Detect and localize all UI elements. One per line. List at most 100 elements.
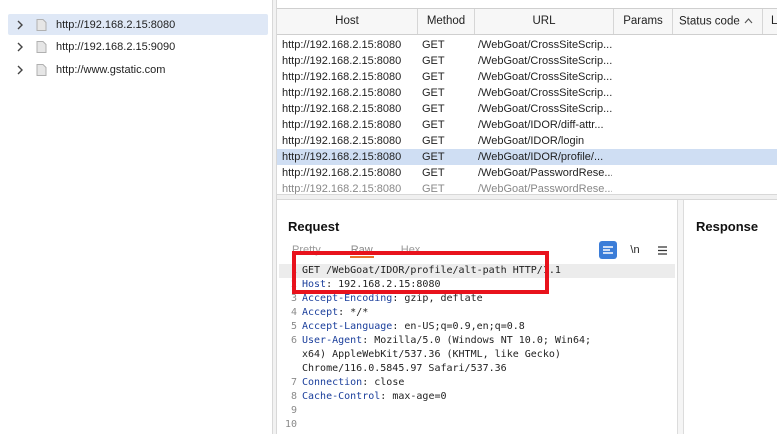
header-name: Accept-Encoding xyxy=(302,293,393,304)
cell-method: GET xyxy=(422,135,445,147)
table-row[interactable]: http://192.168.2.15:8080 GET/WebGoat/Cros… xyxy=(277,101,777,117)
line-number: 9 xyxy=(290,405,297,416)
table-row[interactable]: http://192.168.2.15:8080 GET/WebGoat/Pass… xyxy=(277,181,777,194)
cell-url: /WebGoat/CrossSiteScrip... xyxy=(478,103,612,115)
chevron-right-icon[interactable] xyxy=(14,19,26,31)
line-number: 8 xyxy=(290,391,297,402)
cell-url: /WebGoat/CrossSiteScrip... xyxy=(478,87,612,99)
cell-host: http://192.168.2.15:8080 xyxy=(282,71,402,83)
line-text: x64) AppleWebKit/537.36 (KHTML, like Gec… xyxy=(302,349,561,360)
cell-host: http://192.168.2.15:8080 xyxy=(282,167,402,179)
page-icon xyxy=(36,40,48,53)
site-map-item[interactable]: http://192.168.2.15:8080 xyxy=(8,14,268,35)
column-header-url[interactable]: URL xyxy=(475,9,614,34)
site-map-item[interactable]: http://192.168.2.15:9090 xyxy=(8,36,268,57)
table-row[interactable]: http://192.168.2.15:8080 GET/WebGoat/Cros… xyxy=(277,69,777,85)
header-value: */* xyxy=(344,307,369,318)
request-line: 10 xyxy=(279,418,675,432)
column-header-params[interactable]: Params xyxy=(614,9,673,34)
table-row[interactable]: http://192.168.2.15:8080 GET/WebGoat/IDOR… xyxy=(277,133,777,149)
column-header-status-code[interactable]: Status code xyxy=(673,9,763,34)
request-line: 6 User-Agent: Mozilla/5.0 (Windows NT 10.… xyxy=(279,334,675,348)
cell-host: http://192.168.2.15:8080 xyxy=(282,103,402,115)
header-value: Mozilla/5.0 (Windows NT 10.0; Win64; xyxy=(368,335,592,346)
cell-method: GET xyxy=(422,71,445,83)
cell-method: GET xyxy=(422,55,445,67)
table-header: Host Method URL Params Status code L xyxy=(277,9,777,35)
header-name: Connection xyxy=(302,377,363,388)
request-title: Request xyxy=(288,219,340,234)
cell-method: GET xyxy=(422,183,445,194)
response-title: Response xyxy=(696,219,759,234)
cell-method: GET xyxy=(422,167,445,179)
cell-method: GET xyxy=(422,39,445,51)
cell-host: http://192.168.2.15:8080 xyxy=(282,183,402,194)
page-icon xyxy=(36,18,48,31)
cell-url: /WebGoat/IDOR/login xyxy=(478,135,585,147)
annotation-highlight-box xyxy=(292,251,549,294)
cell-host: http://192.168.2.15:8080 xyxy=(282,87,402,99)
site-map-tree: http://192.168.2.15:8080 http://192.168.… xyxy=(0,0,272,434)
cell-url: /WebGoat/IDOR/diff-attr... xyxy=(478,119,604,131)
request-line: Chrome/116.0.5845.97 Safari/537.36 xyxy=(279,362,675,376)
line-number: 7 xyxy=(290,377,297,388)
cell-method: GET xyxy=(422,119,445,131)
cell-host: http://192.168.2.15:8080 xyxy=(282,39,402,51)
header-name: Accept xyxy=(302,307,339,318)
show-newlines-toggle[interactable]: \n xyxy=(626,241,644,259)
header-name: User-Agent xyxy=(302,335,363,346)
line-number: 10 xyxy=(284,419,297,430)
site-map-item-label: http://www.gstatic.com xyxy=(56,63,166,76)
cell-host: http://192.168.2.15:8080 xyxy=(282,119,402,131)
line-number: 4 xyxy=(290,307,297,318)
chevron-right-icon[interactable] xyxy=(14,64,26,76)
header-name: Cache-Control xyxy=(302,391,381,402)
line-number: 3 xyxy=(290,293,297,304)
cell-url: /WebGoat/CrossSiteScrip... xyxy=(478,39,612,51)
site-map-item[interactable]: http://www.gstatic.com xyxy=(8,59,268,80)
table-row[interactable]: http://192.168.2.15:8080 GET/WebGoat/Cros… xyxy=(277,85,777,101)
line-number: 6 xyxy=(290,335,297,346)
chevron-right-icon[interactable] xyxy=(14,41,26,53)
line-text: Chrome/116.0.5845.97 Safari/537.36 xyxy=(302,363,507,374)
request-panel: Request Pretty Raw Hex \n 1 GET /WebGoat/… xyxy=(277,200,677,434)
request-line: 4 Accept: */* xyxy=(279,306,675,320)
cell-url: /WebGoat/PasswordRese... xyxy=(478,183,612,194)
request-line: 8 Cache-Control: max-age=0 xyxy=(279,390,675,404)
cell-url: /WebGoat/CrossSiteScrip... xyxy=(478,55,612,67)
site-map-item-label: http://192.168.2.15:8080 xyxy=(56,18,176,31)
column-header-host[interactable]: Host xyxy=(277,9,418,34)
header-value: close xyxy=(368,377,405,388)
request-response-splitter[interactable] xyxy=(677,200,684,434)
sort-ascending-icon xyxy=(744,9,753,34)
request-line: x64) AppleWebKit/537.36 (KHTML, like Gec… xyxy=(279,348,675,362)
site-map-item-label: http://192.168.2.15:9090 xyxy=(56,40,176,53)
line-number: 5 xyxy=(290,321,297,332)
message-actions-icon[interactable] xyxy=(599,241,617,259)
cell-method: GET xyxy=(422,103,445,115)
column-header-length[interactable]: L xyxy=(763,9,777,34)
cell-host: http://192.168.2.15:8080 xyxy=(282,55,402,67)
table-row[interactable]: http://192.168.2.15:8080 GET/WebGoat/IDOR… xyxy=(277,117,777,133)
column-header-method[interactable]: Method xyxy=(418,9,475,34)
header-value: gzip, deflate xyxy=(398,293,483,304)
cell-method: GET xyxy=(422,151,445,163)
cell-url: /WebGoat/IDOR/profile/... xyxy=(478,151,604,163)
cell-method: GET xyxy=(422,87,445,99)
history-table: Host Method URL Params Status code L htt… xyxy=(277,8,777,194)
cell-host: http://192.168.2.15:8080 xyxy=(282,151,402,163)
request-line: 3 Accept-Encoding: gzip, deflate xyxy=(279,292,675,306)
response-panel: Response xyxy=(684,200,777,434)
table-row[interactable]: http://192.168.2.15:8080 GET/WebGoat/Cros… xyxy=(277,37,777,53)
cell-url: /WebGoat/PasswordRese... xyxy=(478,167,612,179)
table-row[interactable]: http://192.168.2.15:8080 GET/WebGoat/Pass… xyxy=(277,165,777,181)
table-row[interactable]: http://192.168.2.15:8080 GET/WebGoat/IDOR… xyxy=(277,149,777,165)
header-value: en-US;q=0.9,en;q=0.8 xyxy=(398,321,525,332)
header-name: Accept-Language xyxy=(302,321,393,332)
request-line: 9 xyxy=(279,404,675,418)
header-value: max-age=0 xyxy=(386,391,447,402)
menu-icon[interactable] xyxy=(653,241,671,259)
cell-url: /WebGoat/CrossSiteScrip... xyxy=(478,71,612,83)
table-row[interactable]: http://192.168.2.15:8080 GET/WebGoat/Cros… xyxy=(277,53,777,69)
page-icon xyxy=(36,63,48,76)
